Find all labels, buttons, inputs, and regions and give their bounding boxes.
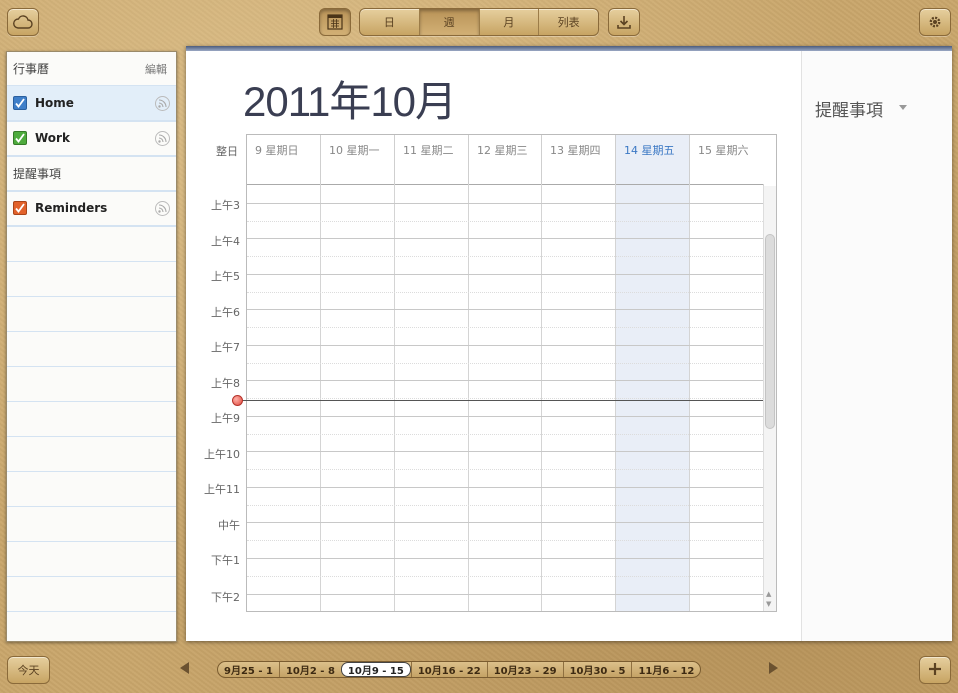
hour-label: 上午7 (211, 341, 240, 354)
current-time-line (238, 400, 764, 401)
hour-line (247, 238, 763, 239)
hour-line (247, 558, 763, 559)
icloud-button[interactable] (7, 8, 39, 36)
calendars-header-label: 行事曆 (13, 62, 50, 76)
tab-day[interactable]: 日 (360, 9, 419, 35)
allday-label: 整日 (216, 145, 238, 158)
view-switcher: 日 週 月 列表 (359, 8, 599, 36)
settings-button[interactable] (919, 8, 951, 36)
tab-month[interactable]: 月 (478, 9, 539, 35)
tab-week[interactable]: 週 (418, 9, 479, 35)
current-time-dot (232, 395, 243, 406)
sidebar-item-reminders[interactable]: Reminders (7, 191, 176, 226)
dropdown-caret-icon[interactable] (899, 105, 907, 110)
checkbox-work[interactable] (13, 131, 27, 145)
sidebar-item-label: Work (35, 131, 70, 145)
next-week-arrow-icon[interactable] (769, 662, 778, 674)
cloud-icon (13, 15, 33, 29)
scroll-up-arrow[interactable]: ▲ (766, 590, 771, 598)
today-button[interactable]: 今天 (7, 656, 50, 684)
week-grid-scrollbar[interactable]: ▲ ▼ (763, 186, 776, 611)
week-chip[interactable]: 9月25 - 1 (218, 662, 279, 677)
sidebar-item-home[interactable]: Home (7, 86, 176, 121)
hour-label: 下午2 (211, 591, 240, 604)
hour-label: 上午5 (211, 270, 240, 283)
share-feed-icon[interactable] (155, 200, 170, 216)
share-feed-icon[interactable] (155, 95, 170, 111)
hour-label: 上午6 (211, 306, 240, 319)
week-view: 2011年10月 整日 9 星期日 10 星期一 11 星期二 12 星期三 1… (186, 46, 952, 641)
tab-list[interactable]: 列表 (538, 9, 598, 35)
week-chip[interactable]: 10月16 - 22 (410, 662, 487, 677)
half-hour-line (247, 469, 763, 470)
half-hour-line (247, 540, 763, 541)
calendars-header: 行事曆 編輯 (7, 52, 176, 86)
download-button[interactable] (608, 8, 640, 36)
sidebar-item-work[interactable]: Work (7, 121, 176, 156)
half-hour-line (247, 576, 763, 577)
scroll-down-arrow[interactable]: ▼ (766, 600, 771, 608)
checkbox-reminders[interactable] (13, 201, 27, 215)
calendar-list-icon (327, 14, 343, 30)
download-icon (616, 14, 632, 30)
week-chip[interactable]: 10月30 - 5 (562, 662, 632, 677)
bottom-bar: 今天 9月25 - 1 10月2 - 8 10月9 - 15 10月16 - 2… (0, 648, 958, 693)
month-title: 2011年10月 (243, 78, 457, 125)
previous-week-arrow-icon[interactable] (180, 662, 189, 674)
week-chip[interactable]: 10月2 - 8 (278, 662, 341, 677)
week-chip-active[interactable]: 10月9 - 15 (340, 662, 411, 677)
sidebar-item-label: Home (35, 96, 74, 110)
allday-separator (247, 184, 763, 185)
hour-line (247, 203, 763, 204)
hour-line (247, 345, 763, 346)
hour-label: 上午11 (204, 483, 240, 496)
hour-line (247, 451, 763, 452)
plus-icon (928, 661, 942, 680)
sidebar-item-label: Reminders (35, 201, 108, 215)
half-hour-line (247, 398, 763, 399)
half-hour-line (247, 327, 763, 328)
hour-line (247, 309, 763, 310)
hour-label: 中午 (218, 519, 240, 532)
reminders-pane-title[interactable]: 提醒事項 (815, 96, 883, 121)
week-chip[interactable]: 10月23 - 29 (486, 662, 563, 677)
hour-line (247, 522, 763, 523)
calendar-sidebar: 行事曆 編輯 Home Work 提醒事項 Reminders (6, 51, 177, 642)
scrollbar-thumb[interactable] (765, 234, 775, 429)
half-hour-line (247, 256, 763, 257)
hour-line (247, 416, 763, 417)
hour-line (247, 487, 763, 488)
hour-label: 上午3 (211, 199, 240, 212)
hour-label: 上午4 (211, 235, 240, 248)
half-hour-line (247, 292, 763, 293)
hour-line (247, 380, 763, 381)
reminders-pane: 提醒事項 (801, 51, 952, 641)
hour-label: 上午10 (204, 448, 240, 461)
hour-label: 上午8 (211, 377, 240, 390)
top-toolbar: 日 週 月 列表 (0, 0, 958, 46)
week-chip[interactable]: 11月6 - 12 (631, 662, 700, 677)
add-event-button[interactable] (919, 656, 951, 684)
reminders-header: 提醒事項 (7, 156, 176, 191)
hour-label: 下午1 (211, 554, 240, 567)
hour-line (247, 274, 763, 275)
gear-icon (927, 14, 943, 30)
calendar-list-toggle-button[interactable] (319, 8, 351, 36)
half-hour-line (247, 363, 763, 364)
half-hour-line (247, 434, 763, 435)
share-feed-icon[interactable] (155, 130, 170, 146)
half-hour-line (247, 505, 763, 506)
half-hour-line (247, 221, 763, 222)
hour-label: 上午9 (211, 412, 240, 425)
week-scrubber: 9月25 - 1 10月2 - 8 10月9 - 15 10月16 - 22 1… (217, 661, 702, 678)
checkbox-home[interactable] (13, 96, 27, 110)
edit-calendars-button[interactable]: 編輯 (145, 61, 167, 77)
hour-line (247, 594, 763, 595)
